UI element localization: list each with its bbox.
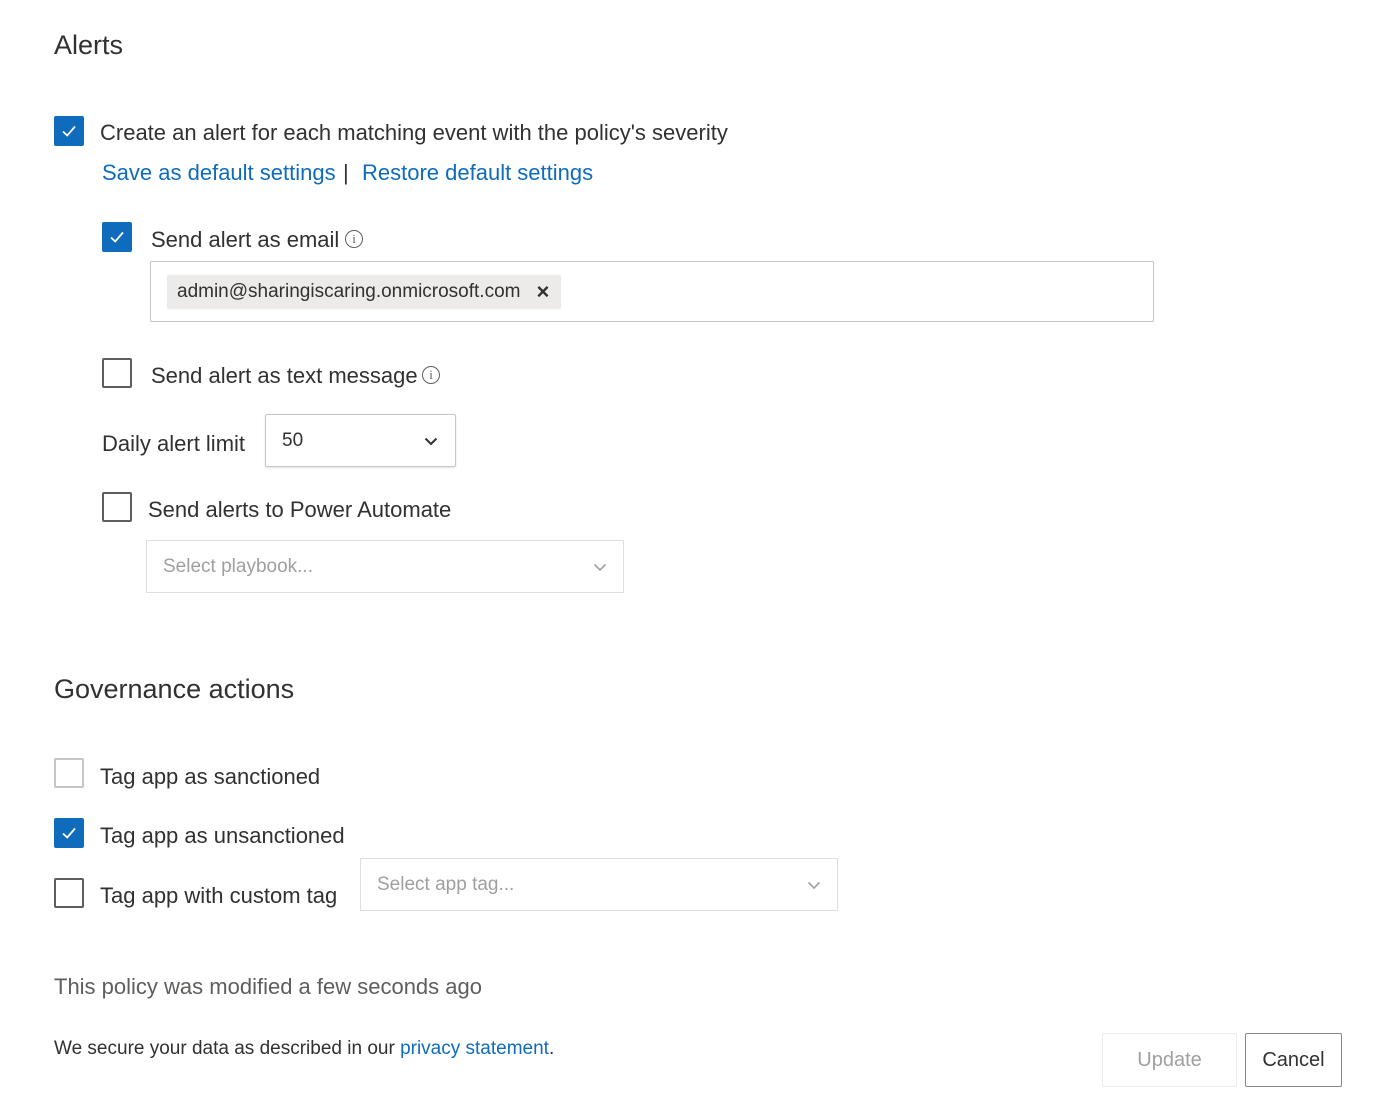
- recipient-chip: admin@sharingiscaring.onmicrosoft.com ×: [167, 275, 562, 309]
- sms-info-icon[interactable]: i: [422, 366, 440, 384]
- sanctioned-label: Tag app as sanctioned: [100, 764, 321, 789]
- privacy-statement-link[interactable]: privacy statement: [400, 1038, 549, 1059]
- create-alert-checkbox[interactable]: [54, 116, 84, 146]
- unsanctioned-label: Tag app as unsanctioned: [100, 823, 345, 848]
- cancel-button[interactable]: Cancel: [1245, 1033, 1342, 1087]
- chevron-down-icon: [593, 563, 607, 572]
- checkmark-icon: [62, 827, 76, 839]
- daily-limit-value: 50: [282, 430, 304, 451]
- email-alert-label: Send alert as email: [151, 227, 340, 252]
- app-tag-dropdown[interactable]: Select app tag...: [360, 858, 838, 911]
- playbook-placeholder: Select playbook...: [163, 555, 313, 577]
- create-alert-label: Create an alert for each matching event …: [100, 120, 728, 145]
- checkmark-icon: [110, 231, 124, 243]
- custom-tag-checkbox[interactable]: [54, 878, 84, 908]
- app-tag-placeholder: Select app tag...: [377, 873, 515, 895]
- sanctioned-checkbox[interactable]: [54, 758, 84, 788]
- daily-limit-dropdown[interactable]: 50: [265, 414, 456, 467]
- recipient-email: admin@sharingiscaring.onmicrosoft.com: [177, 281, 521, 302]
- remove-recipient-icon[interactable]: ×: [536, 281, 549, 303]
- custom-tag-label: Tag app with custom tag: [100, 883, 338, 908]
- privacy-suffix: .: [548, 1038, 555, 1059]
- chevron-down-icon: [424, 437, 438, 446]
- restore-default-link[interactable]: Restore default settings: [362, 160, 593, 186]
- checkmark-icon: [62, 125, 76, 137]
- email-info-icon[interactable]: i: [345, 230, 363, 248]
- modified-status: This policy was modified a few seconds a…: [54, 974, 482, 999]
- update-button[interactable]: Update: [1102, 1033, 1237, 1087]
- chevron-down-icon: [807, 881, 821, 890]
- unsanctioned-checkbox[interactable]: [54, 818, 84, 848]
- power-automate-label: Send alerts to Power Automate: [148, 497, 452, 522]
- governance-heading: Governance actions: [54, 674, 295, 704]
- privacy-notice: We secure your data as described in our …: [54, 1038, 554, 1060]
- email-recipients-field[interactable]: admin@sharingiscaring.onmicrosoft.com ×: [150, 261, 1154, 322]
- power-automate-checkbox[interactable]: [102, 492, 132, 522]
- playbook-dropdown[interactable]: Select playbook...: [146, 540, 624, 593]
- email-alert-checkbox[interactable]: [102, 222, 132, 252]
- daily-limit-label: Daily alert limit: [102, 431, 246, 456]
- save-default-link[interactable]: Save as default settings: [102, 160, 336, 186]
- sms-alert-checkbox[interactable]: [102, 358, 132, 388]
- link-separator: |: [343, 160, 349, 185]
- privacy-prefix: We secure your data as described in our: [54, 1038, 401, 1059]
- sms-alert-label: Send alert as text message: [151, 363, 418, 388]
- alerts-heading: Alerts: [54, 30, 124, 60]
